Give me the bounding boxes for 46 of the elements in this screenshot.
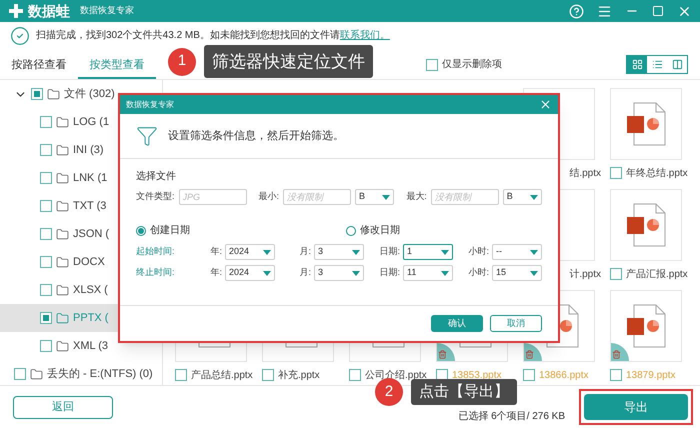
range-label: 终止时间: — [136, 266, 176, 280]
field-label: 最大: — [406, 190, 427, 204]
radio-label: 修改日期 — [360, 224, 400, 238]
dialog-intro: 设置筛选条件信息，然后开始筛选。 — [168, 128, 344, 144]
radio-label: 创建日期 — [150, 224, 190, 238]
field-label: 年: — [210, 266, 222, 280]
field-label: 日期: — [379, 245, 400, 258]
app-subtitle: 数据恢复专家 — [80, 4, 134, 18]
tree-label: LOG (1 — [73, 114, 110, 130]
file-name: 年终总结.pptx — [626, 166, 688, 180]
section-title: 选择文件 — [136, 170, 177, 184]
file-name: 补充.pptx — [278, 368, 320, 382]
file-name: 产品汇报.pptx — [626, 268, 688, 282]
field-label: 文件类型: — [136, 190, 175, 204]
tree-label: 丢失的 - E:(NTFS) (0) — [47, 366, 153, 382]
step-number-badge: 1 — [168, 48, 196, 76]
file-name: 计.pptx — [569, 268, 601, 282]
field-label: 最小: — [258, 190, 280, 204]
step-number-badge: 2 — [375, 378, 403, 406]
tree-label: INI (3) — [73, 142, 104, 158]
file-name: 产品总结.pptx — [191, 368, 253, 382]
file-name: 结.pptx — [569, 166, 601, 180]
tree-label: XLSX ( — [73, 282, 108, 298]
tree-label: PPTX ( — [73, 310, 108, 326]
field-label: 年: — [210, 245, 222, 258]
scan-status-text: 扫描完成，找到302个文件共43.2 MB。如未能找到您想找回的文件请联系我们。 — [36, 28, 390, 43]
tree-label: TXT (3 — [73, 198, 106, 214]
tree-label: LNK (1 — [73, 170, 108, 186]
field-label: 月: — [299, 266, 311, 280]
field-label: 日期: — [379, 266, 400, 280]
logo-text: 数据蛙 — [28, 2, 70, 20]
dialog-title: 数据恢复专家 — [126, 98, 174, 110]
tree-label: XML (3 — [73, 338, 108, 354]
selection-summary: 已选择 6个项目/ 276 KB — [458, 410, 565, 424]
tree-label: 文件 (302) — [64, 86, 115, 102]
tree-label: DOCX — [73, 254, 105, 270]
file-name: 13866.pptx — [539, 368, 588, 382]
file-name: 13879.pptx — [626, 368, 676, 382]
field-label: 月: — [299, 245, 311, 258]
callout-text: 筛选器快速定位文件 — [204, 45, 373, 78]
deleted-only-label: 仅显示删除项 — [442, 58, 502, 72]
range-label: 起始时间: — [136, 245, 176, 258]
tree-label: JSON ( — [73, 226, 110, 242]
field-label: 小时: — [468, 266, 489, 280]
field-label: 小时: — [468, 245, 489, 258]
callout-text: 点击【导出】 — [411, 379, 517, 405]
